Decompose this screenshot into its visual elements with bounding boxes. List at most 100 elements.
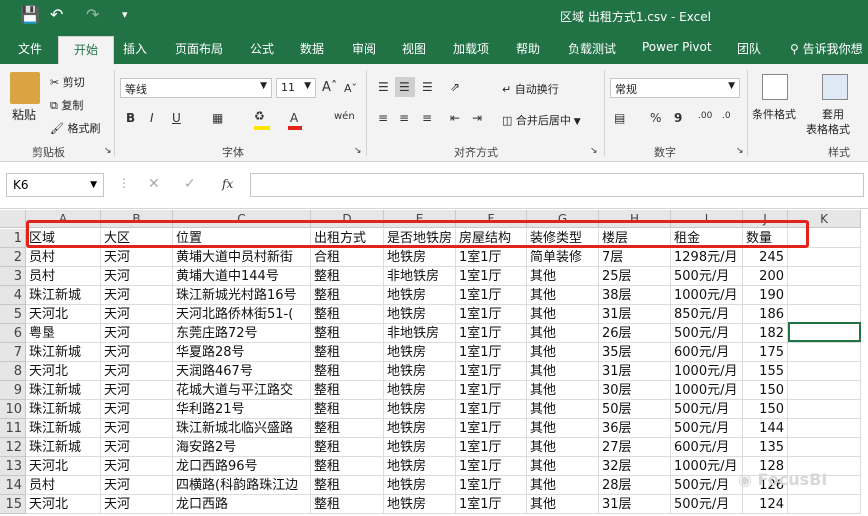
table-cell[interactable]: 华利路21号 <box>173 400 311 419</box>
merge-center-button[interactable]: ◫ 合并后居中 ▼ <box>502 112 581 128</box>
paste-button[interactable]: 粘贴 <box>12 106 36 123</box>
table-cell[interactable]: 非地铁房 <box>384 267 456 286</box>
table-cell[interactable]: 1000元/月 <box>671 286 743 305</box>
row-header[interactable]: 10 <box>0 400 26 419</box>
percent-button[interactable]: % <box>650 111 661 125</box>
table-cell[interactable]: 黄埔大道中144号 <box>173 267 311 286</box>
italic-button[interactable]: I <box>150 111 154 125</box>
table-cell[interactable]: 1室1厅 <box>456 267 527 286</box>
table-cell[interactable] <box>788 343 861 362</box>
table-cell[interactable]: 150 <box>743 381 788 400</box>
tab-formulas[interactable]: 公式 <box>250 40 274 57</box>
align-left-icon[interactable]: ≡ <box>378 111 388 125</box>
table-cell[interactable] <box>788 400 861 419</box>
table-cell[interactable]: 1室1厅 <box>456 476 527 495</box>
table-cell[interactable]: 整租 <box>311 438 384 457</box>
align-top-icon[interactable]: ☰ <box>378 80 389 94</box>
table-cell[interactable]: 182 <box>743 324 788 343</box>
decrease-indent-icon[interactable]: ⇤ <box>450 111 460 125</box>
table-cell[interactable]: 珠江新城 <box>26 419 101 438</box>
table-cell[interactable]: 500元/月 <box>671 476 743 495</box>
table-cell[interactable]: 珠江新城 <box>26 400 101 419</box>
insert-function-icon[interactable]: fx <box>222 177 233 191</box>
table-cell[interactable]: 30层 <box>599 381 671 400</box>
table-cell[interactable]: 天河 <box>101 438 173 457</box>
table-cell[interactable]: 500元/月 <box>671 419 743 438</box>
format-painter-button[interactable]: 🖌 格式刷 <box>50 120 100 136</box>
font-color-icon[interactable]: A <box>290 111 298 125</box>
table-cell[interactable]: 整租 <box>311 457 384 476</box>
table-cell[interactable]: 135 <box>743 438 788 457</box>
table-cell[interactable]: 1室1厅 <box>456 400 527 419</box>
table-cell[interactable]: 天河北 <box>26 305 101 324</box>
increase-decimal-icon[interactable]: .00 <box>698 111 712 121</box>
table-cell[interactable] <box>788 286 861 305</box>
table-cell[interactable]: 其他 <box>527 476 599 495</box>
table-cell[interactable]: 186 <box>743 305 788 324</box>
table-cell[interactable]: 员村 <box>26 267 101 286</box>
table-cell[interactable]: 天河 <box>101 362 173 381</box>
table-cell[interactable]: 1298元/月 <box>671 248 743 267</box>
table-cell[interactable]: 地铁房 <box>384 476 456 495</box>
tab-data[interactable]: 数据 <box>300 40 324 57</box>
table-cell[interactable]: 整租 <box>311 362 384 381</box>
table-cell[interactable]: 1室1厅 <box>456 495 527 514</box>
table-cell[interactable]: 1000元/月 <box>671 381 743 400</box>
table-cell[interactable] <box>788 248 861 267</box>
decrease-decimal-icon[interactable]: .0 <box>722 111 731 121</box>
table-cell[interactable]: 500元/月 <box>671 495 743 514</box>
table-cell[interactable]: 珠江新城北临兴盛路 <box>173 419 311 438</box>
table-cell[interactable]: 整租 <box>311 419 384 438</box>
row-header[interactable]: 2 <box>0 248 26 267</box>
table-cell[interactable]: 31层 <box>599 305 671 324</box>
table-cell[interactable]: 其他 <box>527 457 599 476</box>
table-cell[interactable]: 珠江新城 <box>26 381 101 400</box>
table-cell[interactable]: 850元/月 <box>671 305 743 324</box>
table-cell[interactable]: 其他 <box>527 286 599 305</box>
table-cell[interactable]: 7层 <box>599 248 671 267</box>
table-cell[interactable]: 简单装修 <box>527 248 599 267</box>
table-cell[interactable]: 其他 <box>527 438 599 457</box>
table-cell[interactable]: 其他 <box>527 362 599 381</box>
table-cell[interactable]: 龙口西路 <box>173 495 311 514</box>
table-cell[interactable]: 天河北 <box>26 362 101 381</box>
increase-indent-icon[interactable]: ⇥ <box>472 111 482 125</box>
table-cell[interactable]: 天河 <box>101 419 173 438</box>
font-size-select[interactable]: 11 ▼ <box>276 78 316 98</box>
table-cell[interactable]: 31层 <box>599 362 671 381</box>
tab-insert[interactable]: 插入 <box>123 40 147 57</box>
table-cell[interactable]: 地铁房 <box>384 495 456 514</box>
table-cell[interactable]: 144 <box>743 419 788 438</box>
row-header[interactable]: 5 <box>0 305 26 324</box>
table-cell[interactable]: 36层 <box>599 419 671 438</box>
table-cell[interactable]: 1室1厅 <box>456 438 527 457</box>
enter-icon[interactable]: ✓ <box>184 176 196 192</box>
row-header[interactable]: 14 <box>0 476 26 495</box>
font-launcher-icon[interactable]: ↘ <box>354 146 362 156</box>
font-name-select[interactable]: 等线 ▼ <box>120 78 272 98</box>
table-cell[interactable]: 50层 <box>599 400 671 419</box>
table-cell[interactable]: 华夏路28号 <box>173 343 311 362</box>
row-header[interactable]: 11 <box>0 419 26 438</box>
table-cell[interactable]: 员村 <box>26 476 101 495</box>
table-cell[interactable]: 整租 <box>311 267 384 286</box>
table-cell[interactable]: 1室1厅 <box>456 381 527 400</box>
tab-power-pivot[interactable]: Power Pivot <box>642 40 712 54</box>
table-cell[interactable]: 东莞庄路72号 <box>173 324 311 343</box>
tab-load-test[interactable]: 负载测试 <box>568 40 616 57</box>
row-header[interactable]: 3 <box>0 267 26 286</box>
table-cell[interactable]: 其他 <box>527 495 599 514</box>
table-cell[interactable]: 天河 <box>101 324 173 343</box>
table-cell[interactable]: 150 <box>743 400 788 419</box>
cancel-icon[interactable]: ✕ <box>148 176 160 192</box>
save-icon[interactable]: 💾 <box>20 6 40 24</box>
table-cell[interactable] <box>788 362 861 381</box>
tell-me-search[interactable]: ⚲ 告诉我你想 <box>790 40 863 57</box>
table-cell[interactable]: 合租 <box>311 248 384 267</box>
table-cell[interactable]: 500元/月 <box>671 267 743 286</box>
paste-icon[interactable] <box>10 72 40 104</box>
table-cell[interactable] <box>788 381 861 400</box>
table-cell[interactable]: 1000元/月 <box>671 457 743 476</box>
table-cell[interactable]: 1室1厅 <box>456 324 527 343</box>
tab-file[interactable]: 文件 <box>18 40 42 57</box>
